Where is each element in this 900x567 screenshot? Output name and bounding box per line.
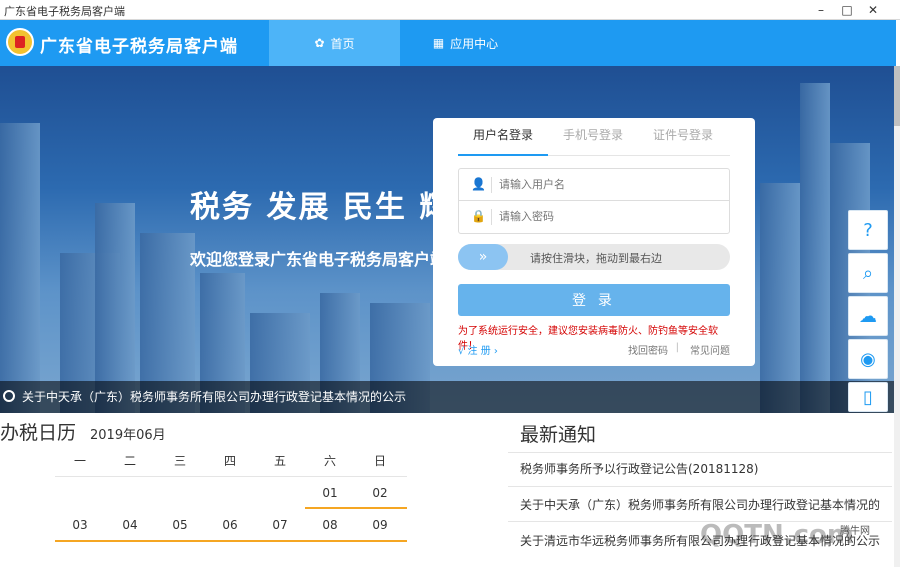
- tab-home-label: 首页: [330, 36, 355, 51]
- home-icon: ✿: [314, 36, 325, 50]
- weekday: 二: [123, 454, 136, 468]
- username-input[interactable]: [499, 175, 719, 195]
- maximize-button[interactable]: □: [836, 2, 858, 18]
- register-link[interactable]: √ 注 册 ›: [458, 342, 498, 357]
- weekday: 六: [323, 454, 336, 468]
- news-item[interactable]: 关于中天承（广东）税务师事务所有限公司办理行政登记基本情况的: [520, 496, 892, 513]
- top-navbar: 广东省电子税务局客户端 ✿ 首页 ▦ 应用中心: [0, 20, 896, 66]
- title-bar: 广东省电子税务局客户端 – □ ✕: [0, 0, 900, 20]
- calendar-highlight: [55, 540, 407, 542]
- calendar-day[interactable]: 02: [355, 486, 405, 500]
- app-title: 广东省电子税务局客户端: [40, 37, 238, 57]
- news-divider: [508, 452, 892, 453]
- calendar-month[interactable]: 2019年06月: [90, 424, 166, 443]
- news-title: 最新通知: [520, 424, 597, 446]
- calendar-day[interactable]: 06: [205, 518, 255, 532]
- calendar-day[interactable]: 07: [255, 518, 305, 532]
- tab-home[interactable]: ✿ 首页: [269, 20, 400, 66]
- password-row: 🔒: [459, 201, 729, 233]
- tax-emblem-icon: [6, 28, 34, 56]
- login-tabs: 用户名登录 手机号登录 证件号登录: [458, 118, 730, 156]
- tab-username-login[interactable]: 用户名登录: [458, 126, 548, 156]
- calendar-day[interactable]: 08: [305, 518, 355, 532]
- user-icon: 👤: [471, 177, 486, 191]
- slider-knob[interactable]: »: [458, 244, 508, 270]
- news-item[interactable]: 税务师事务所予以行政登记公告(20181128): [520, 460, 892, 477]
- watermark: QQTN.com: [700, 520, 854, 550]
- weekday: 五: [273, 454, 286, 468]
- ticker-text: 关于中天承（广东）税务师事务所有限公司办理行政登记基本情况的公示: [22, 390, 407, 404]
- calendar-day[interactable]: 03: [55, 518, 105, 532]
- weekday: 四: [223, 454, 236, 468]
- calendar-row-divider: [55, 476, 407, 477]
- window-title: 广东省电子税务局客户端: [4, 5, 125, 18]
- login-button[interactable]: 登 录: [458, 284, 730, 316]
- password-input[interactable]: [499, 207, 719, 227]
- app-window: 广东省电子税务局客户端 – □ ✕ 广东省电子税务局客户端 ✿ 首页 ▦ 应用中…: [0, 0, 900, 567]
- credentials-box: 👤 🔒: [458, 168, 730, 234]
- building: [0, 123, 40, 413]
- building: [760, 183, 800, 413]
- search-icon[interactable]: ⌕: [848, 253, 888, 293]
- scrollbar-thumb[interactable]: [894, 66, 900, 126]
- calendar-day[interactable]: 01: [305, 486, 355, 500]
- divider: [491, 209, 492, 225]
- slider-text: 请按住滑块，拖动到最右边: [530, 252, 662, 265]
- lock-icon: 🔒: [471, 209, 486, 223]
- faq-link[interactable]: 常见问题: [690, 342, 730, 357]
- building: [800, 83, 830, 413]
- tab-app-center[interactable]: ▦ 应用中心: [400, 20, 531, 66]
- calendar-day[interactable]: 05: [155, 518, 205, 532]
- minimize-button[interactable]: –: [810, 2, 832, 18]
- weekday: 一: [73, 454, 86, 468]
- calendar-day[interactable]: 09: [355, 518, 405, 532]
- captcha-slider[interactable]: » 请按住滑块，拖动到最右边: [458, 244, 730, 270]
- weekday: 三: [173, 454, 186, 468]
- tab-phone-login[interactable]: 手机号登录: [548, 126, 638, 143]
- mobile-icon[interactable]: ▯: [848, 382, 888, 412]
- calendar-highlight: [305, 507, 407, 509]
- tab-id-login[interactable]: 证件号登录: [638, 126, 728, 143]
- calendar-title: 办税日历: [0, 422, 77, 444]
- weibo-icon[interactable]: ◉: [848, 339, 888, 379]
- close-button[interactable]: ✕: [862, 2, 884, 18]
- divider: [491, 177, 492, 193]
- news-ticker[interactable]: 关于中天承（广东）税务师事务所有限公司办理行政登记基本情况的公示: [0, 381, 896, 413]
- grid-icon: ▦: [432, 36, 445, 50]
- watermark-small: 腾牛网: [840, 526, 870, 537]
- link-separator: |: [675, 342, 679, 353]
- weekday: 日: [373, 454, 386, 468]
- tab-app-center-label: 应用中心: [450, 36, 499, 51]
- news-divider: [508, 486, 892, 487]
- wechat-icon[interactable]: ☁: [848, 296, 888, 336]
- forgot-password-link[interactable]: 找回密码: [628, 342, 668, 357]
- help-icon[interactable]: ?: [848, 210, 888, 250]
- username-row: 👤: [459, 169, 729, 201]
- login-panel: 用户名登录 手机号登录 证件号登录 👤 🔒 » 请按住滑块，拖动到最右边 登 录…: [433, 118, 755, 366]
- clock-icon: [3, 390, 15, 402]
- scrollbar[interactable]: [894, 66, 900, 567]
- hero-welcome: 欢迎您登录广东省电子税务局客户端: [190, 250, 447, 269]
- calendar-day[interactable]: 04: [105, 518, 155, 532]
